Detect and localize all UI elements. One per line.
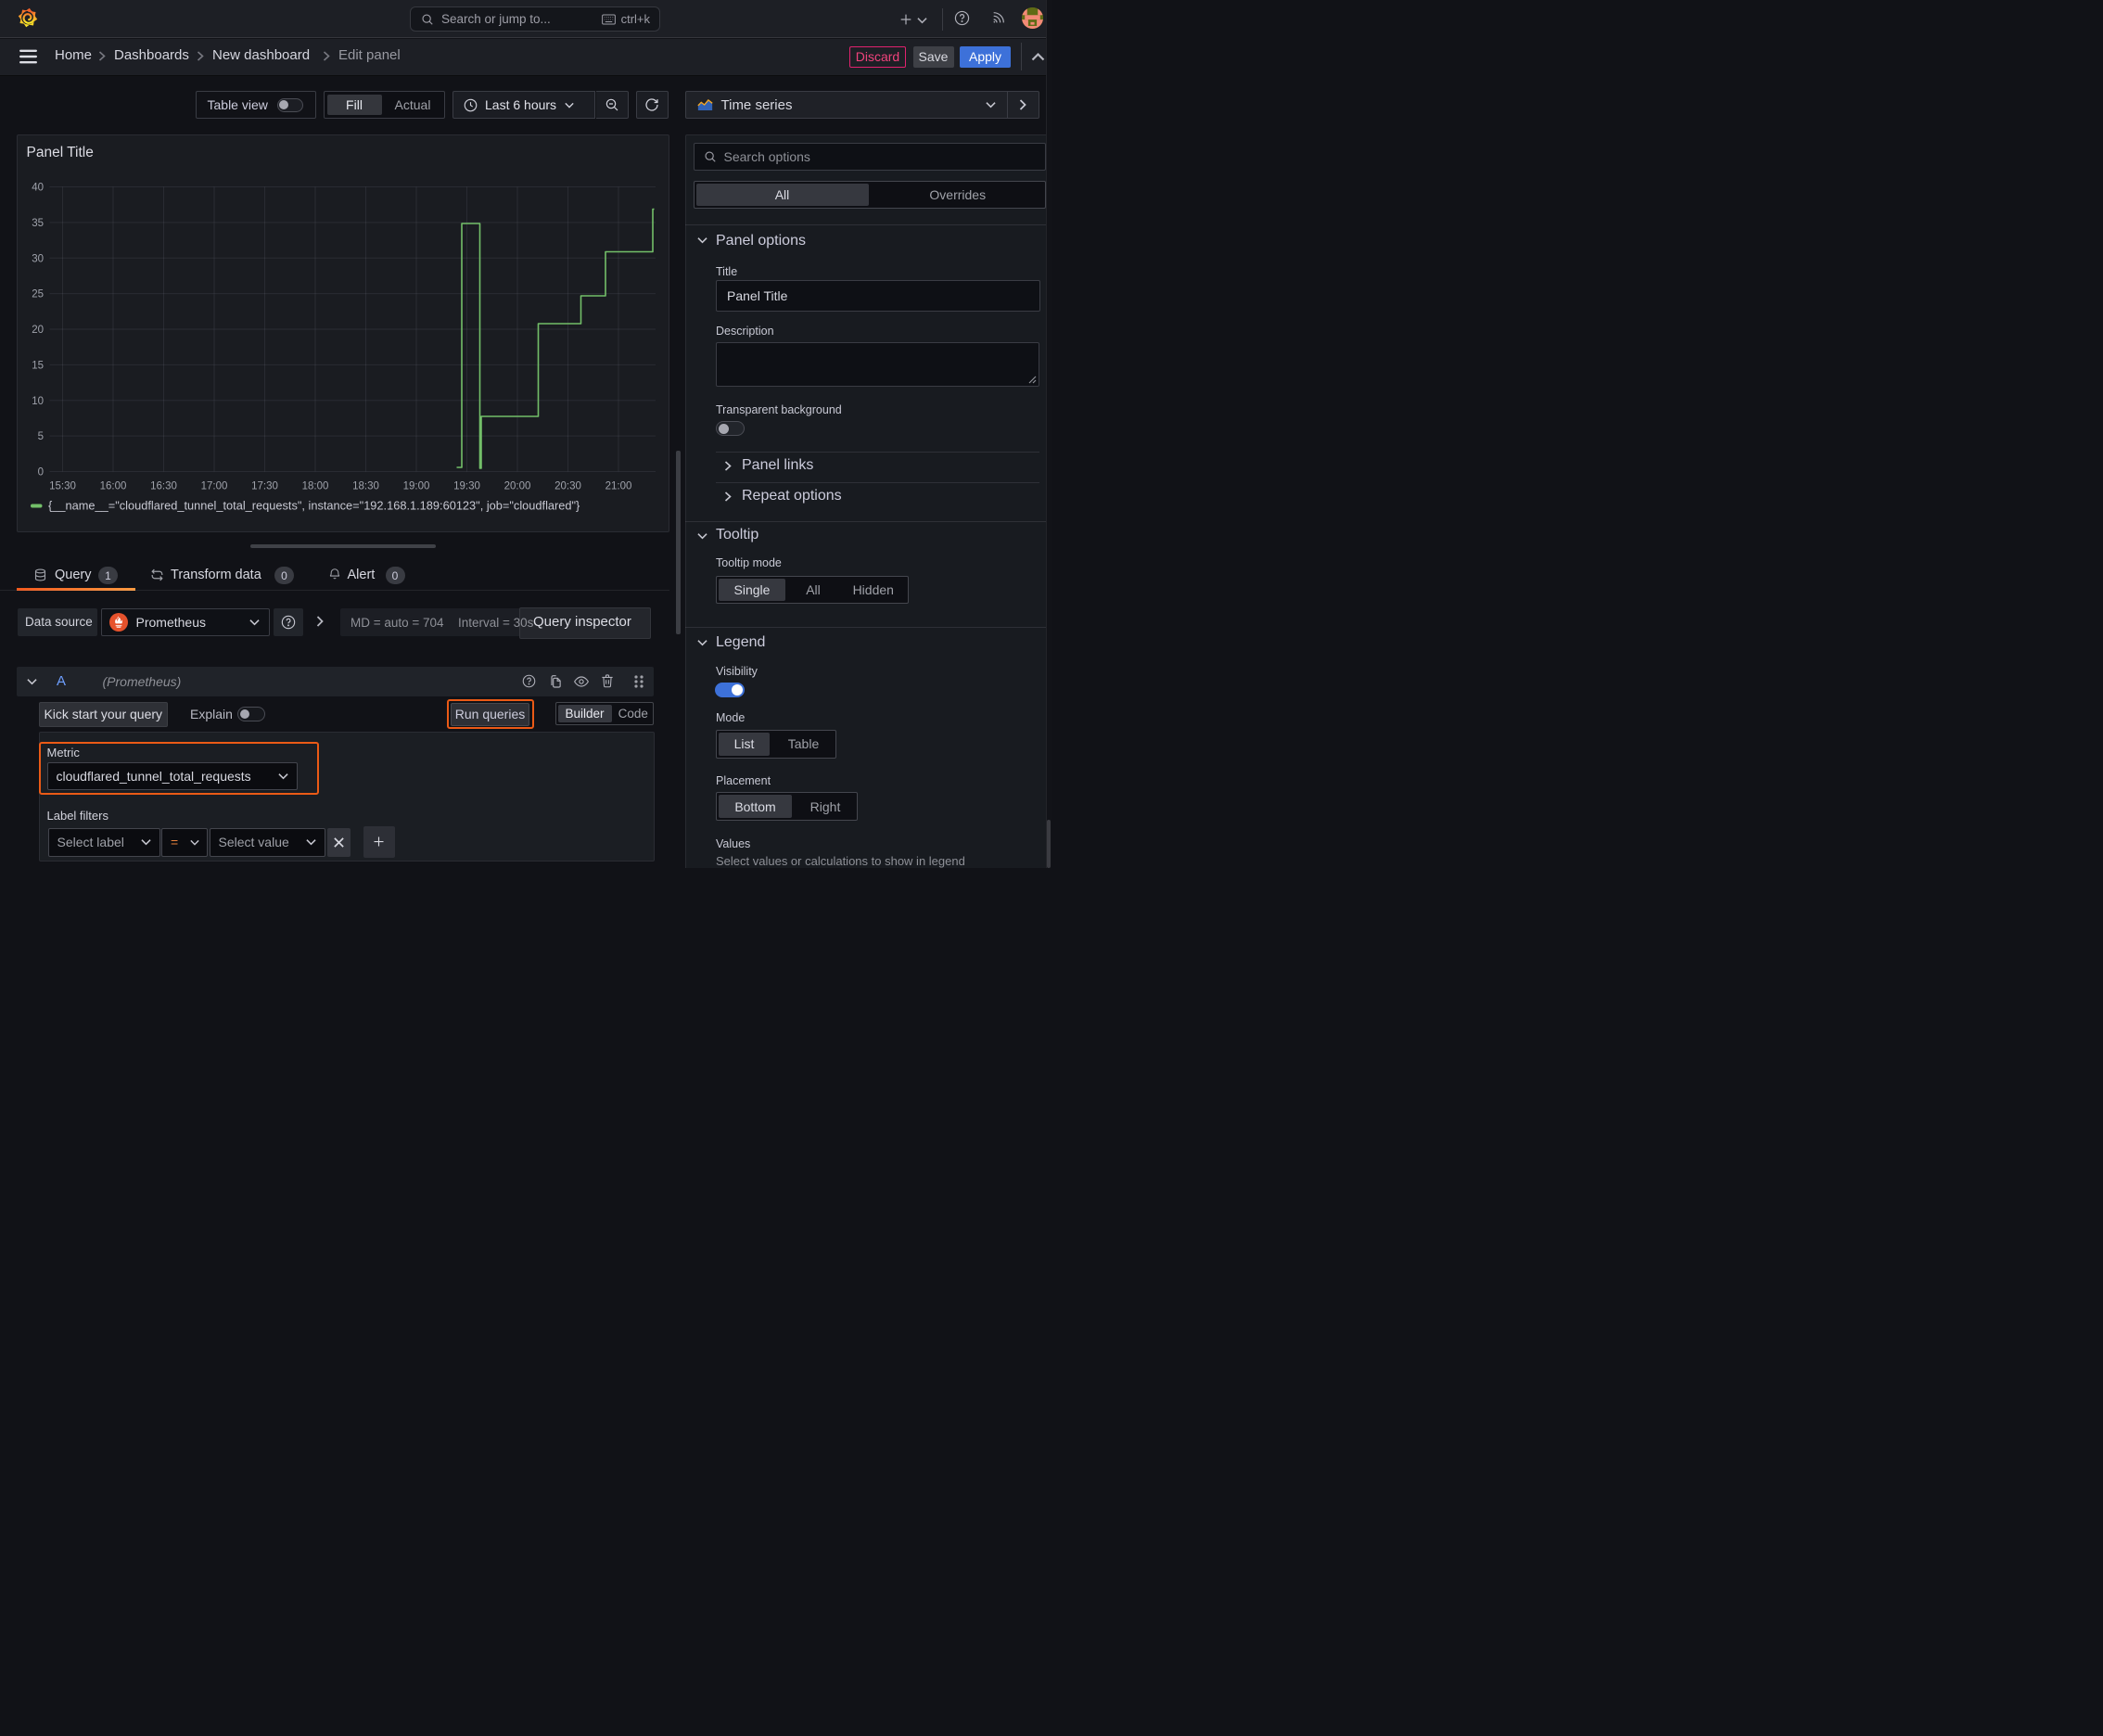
svg-text:0: 0 [38,467,44,479]
svg-text:{__name__="cloudflared_tunnel_: {__name__="cloudflared_tunnel_total_requ… [48,499,580,513]
svg-text:25: 25 [32,289,44,300]
svg-text:18:00: 18:00 [302,481,329,492]
svg-text:16:00: 16:00 [100,481,127,492]
svg-text:17:00: 17:00 [201,481,228,492]
svg-text:5: 5 [38,431,44,442]
svg-text:30: 30 [32,253,44,264]
svg-text:18:30: 18:30 [352,481,379,492]
svg-text:15:30: 15:30 [49,481,76,492]
svg-text:19:30: 19:30 [453,481,480,492]
svg-text:20:30: 20:30 [554,481,581,492]
svg-text:20: 20 [32,325,44,336]
svg-text:21:00: 21:00 [605,481,632,492]
svg-text:10: 10 [32,396,44,407]
svg-text:40: 40 [32,183,44,194]
svg-text:16:30: 16:30 [150,481,177,492]
svg-text:17:30: 17:30 [251,481,278,492]
svg-text:15: 15 [32,360,44,371]
svg-text:19:00: 19:00 [403,481,430,492]
svg-text:20:00: 20:00 [504,481,531,492]
svg-text:35: 35 [32,218,44,229]
